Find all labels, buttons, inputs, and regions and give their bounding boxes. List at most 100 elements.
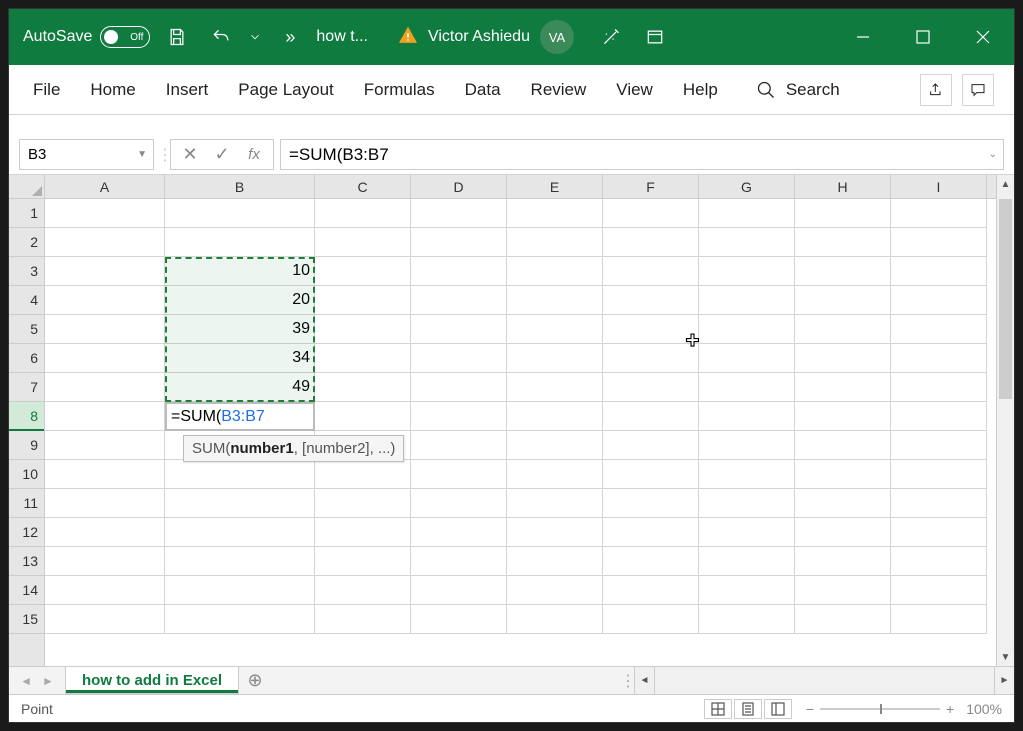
formula-input[interactable]: =SUM(B3:B7 ⌄ xyxy=(280,139,1004,170)
cell-D12[interactable] xyxy=(411,518,507,547)
column-header-G[interactable]: G xyxy=(699,175,795,198)
cell-D5[interactable] xyxy=(411,315,507,344)
cell-F13[interactable] xyxy=(603,547,699,576)
tab-view[interactable]: View xyxy=(614,74,655,106)
cell-G1[interactable] xyxy=(699,199,795,228)
cell-E14[interactable] xyxy=(507,576,603,605)
cell-G6[interactable] xyxy=(699,344,795,373)
cell-F15[interactable] xyxy=(603,605,699,634)
cell-G2[interactable] xyxy=(699,228,795,257)
cell-I13[interactable] xyxy=(891,547,987,576)
cell-A1[interactable] xyxy=(45,199,165,228)
cell-F11[interactable] xyxy=(603,489,699,518)
add-sheet-button[interactable]: ⊕ xyxy=(239,667,271,694)
cell-C5[interactable] xyxy=(315,315,411,344)
cell-A9[interactable] xyxy=(45,431,165,460)
cell-C4[interactable] xyxy=(315,286,411,315)
view-page-break-button[interactable] xyxy=(764,699,792,719)
cell-G13[interactable] xyxy=(699,547,795,576)
cell-G11[interactable] xyxy=(699,489,795,518)
window-mode-button[interactable] xyxy=(638,20,672,54)
scroll-left-button[interactable]: ◄ xyxy=(635,667,655,694)
tab-file[interactable]: File xyxy=(31,74,62,106)
row-header-5[interactable]: 5 xyxy=(9,315,44,344)
cell-H11[interactable] xyxy=(795,489,891,518)
cell-G3[interactable] xyxy=(699,257,795,286)
row-header-11[interactable]: 11 xyxy=(9,489,44,518)
cell-I4[interactable] xyxy=(891,286,987,315)
maximize-button[interactable] xyxy=(898,17,948,57)
cell-G7[interactable] xyxy=(699,373,795,402)
cell-H5[interactable] xyxy=(795,315,891,344)
column-header-A[interactable]: A xyxy=(45,175,165,198)
cell-D1[interactable] xyxy=(411,199,507,228)
cell-A7[interactable] xyxy=(45,373,165,402)
tab-insert[interactable]: Insert xyxy=(164,74,211,106)
column-header-H[interactable]: H xyxy=(795,175,891,198)
cell-D13[interactable] xyxy=(411,547,507,576)
row-header-3[interactable]: 3 xyxy=(9,257,44,286)
cell-C7[interactable] xyxy=(315,373,411,402)
cell-D10[interactable] xyxy=(411,460,507,489)
cell-I2[interactable] xyxy=(891,228,987,257)
editing-cell[interactable]: =SUM(B3:B7 xyxy=(165,402,315,431)
vertical-scrollbar[interactable]: ▲ ▼ xyxy=(996,175,1014,666)
cell-G9[interactable] xyxy=(699,431,795,460)
row-header-15[interactable]: 15 xyxy=(9,605,44,634)
cell-H8[interactable] xyxy=(795,402,891,431)
cell-D8[interactable] xyxy=(411,402,507,431)
cell-E9[interactable] xyxy=(507,431,603,460)
cell-C6[interactable] xyxy=(315,344,411,373)
zoom-slider[interactable] xyxy=(820,708,940,710)
cell-H12[interactable] xyxy=(795,518,891,547)
cell-I1[interactable] xyxy=(891,199,987,228)
cell-G10[interactable] xyxy=(699,460,795,489)
cell-G14[interactable] xyxy=(699,576,795,605)
column-header-D[interactable]: D xyxy=(411,175,507,198)
cell-I7[interactable] xyxy=(891,373,987,402)
cell-D4[interactable] xyxy=(411,286,507,315)
name-box[interactable]: B3 ▼ xyxy=(19,139,154,170)
cell-B15[interactable] xyxy=(165,605,315,634)
tab-data[interactable]: Data xyxy=(463,74,503,106)
autosave-toggle[interactable]: AutoSave Off xyxy=(23,26,150,48)
cell-E8[interactable] xyxy=(507,402,603,431)
cell-A6[interactable] xyxy=(45,344,165,373)
cell-E7[interactable] xyxy=(507,373,603,402)
cell-G8[interactable] xyxy=(699,402,795,431)
cell-H7[interactable] xyxy=(795,373,891,402)
effects-button[interactable] xyxy=(594,20,628,54)
tab-home[interactable]: Home xyxy=(88,74,137,106)
cell-H2[interactable] xyxy=(795,228,891,257)
cell-A11[interactable] xyxy=(45,489,165,518)
row-header-4[interactable]: 4 xyxy=(9,286,44,315)
cell-H9[interactable] xyxy=(795,431,891,460)
cell-C8[interactable] xyxy=(315,402,411,431)
cell-E4[interactable] xyxy=(507,286,603,315)
cell-F3[interactable] xyxy=(603,257,699,286)
tab-help[interactable]: Help xyxy=(681,74,720,106)
cell-D9[interactable] xyxy=(411,431,507,460)
cell-H6[interactable] xyxy=(795,344,891,373)
tab-page-layout[interactable]: Page Layout xyxy=(236,74,335,106)
row-header-2[interactable]: 2 xyxy=(9,228,44,257)
select-all-corner[interactable] xyxy=(9,175,45,198)
cell-A14[interactable] xyxy=(45,576,165,605)
cell-G4[interactable] xyxy=(699,286,795,315)
cell-D15[interactable] xyxy=(411,605,507,634)
cell-I11[interactable] xyxy=(891,489,987,518)
zoom-in-button[interactable]: + xyxy=(946,701,954,717)
scroll-down-button[interactable]: ▼ xyxy=(997,648,1014,666)
qat-overflow[interactable]: » xyxy=(272,20,306,54)
column-header-C[interactable]: C xyxy=(315,175,411,198)
cell-A2[interactable] xyxy=(45,228,165,257)
cell-F2[interactable] xyxy=(603,228,699,257)
cell-E2[interactable] xyxy=(507,228,603,257)
cell-D11[interactable] xyxy=(411,489,507,518)
cell-B7[interactable]: 49 xyxy=(165,373,315,402)
row-header-13[interactable]: 13 xyxy=(9,547,44,576)
cell-G5[interactable] xyxy=(699,315,795,344)
cell-E3[interactable] xyxy=(507,257,603,286)
cell-F14[interactable] xyxy=(603,576,699,605)
row-header-6[interactable]: 6 xyxy=(9,344,44,373)
